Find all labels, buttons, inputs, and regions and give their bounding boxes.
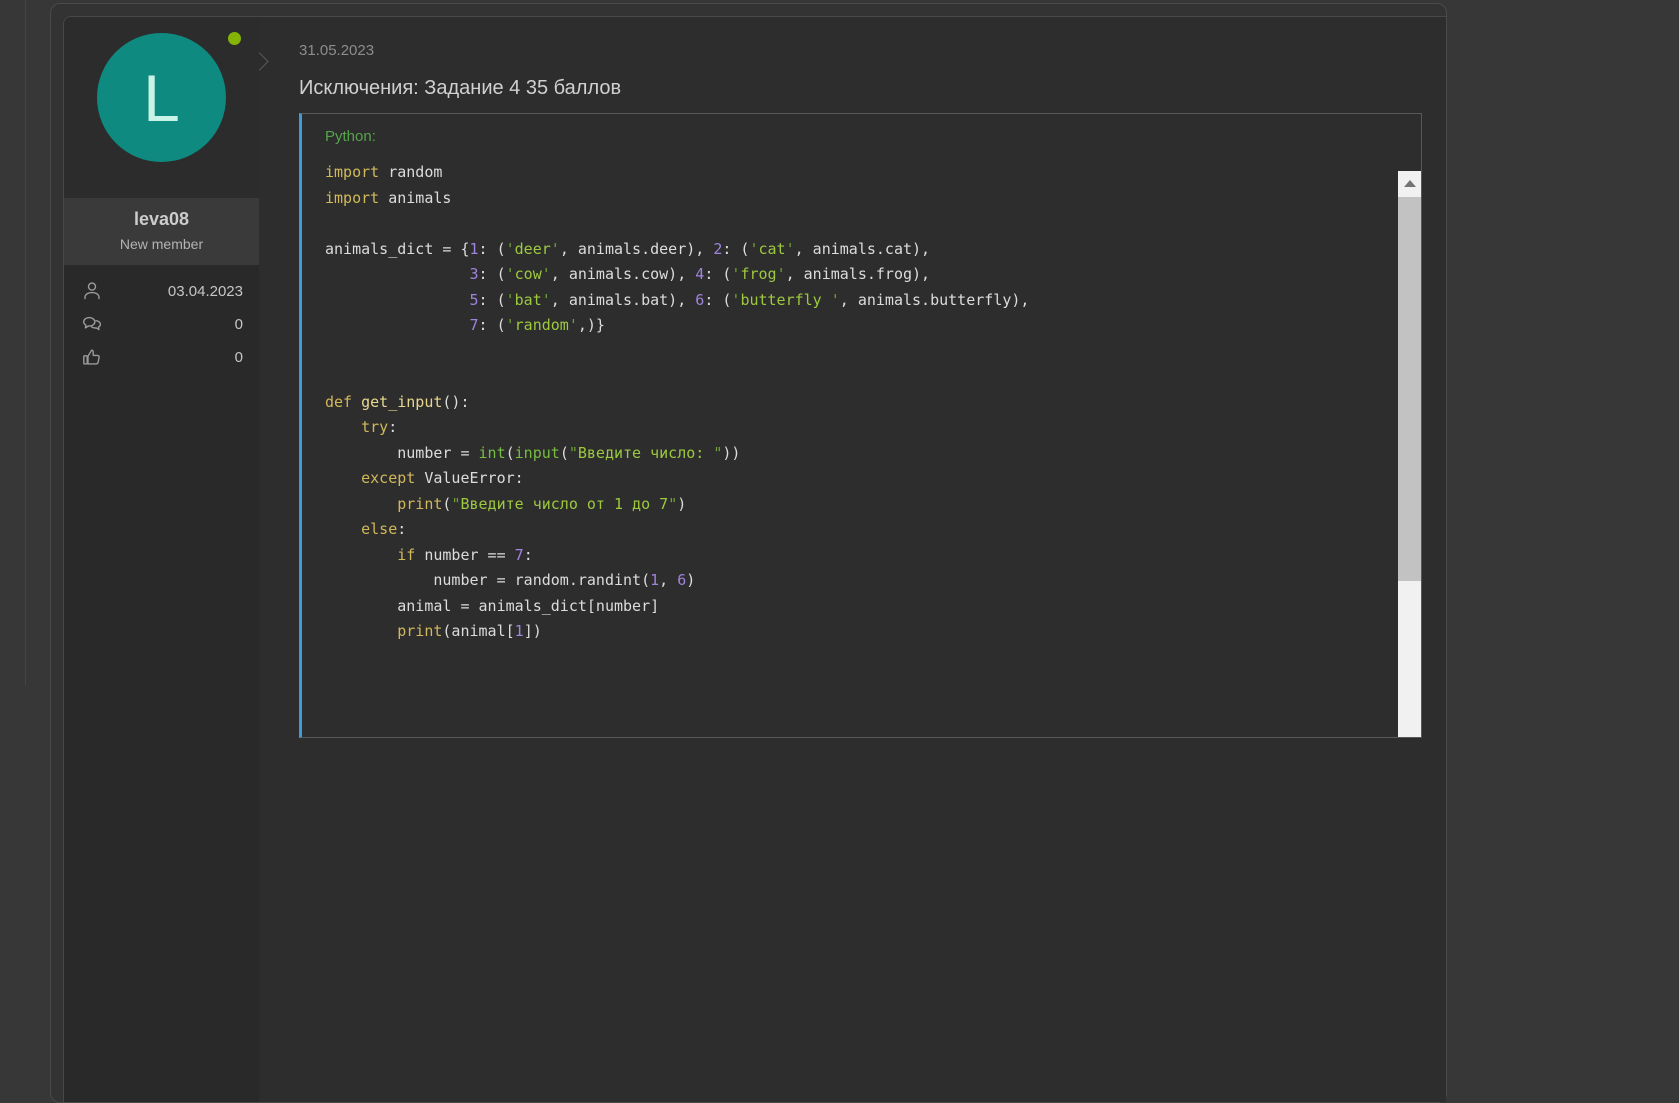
- forum-post: L leva08 New member 03.04.2023: [63, 16, 1446, 1102]
- code-content[interactable]: import randomimport animals animals_dict…: [302, 154, 1421, 720]
- user-role-label: New member: [70, 236, 253, 252]
- messages-icon: [80, 312, 104, 336]
- joined-date: 03.04.2023: [168, 283, 243, 300]
- user-icon: [80, 279, 104, 303]
- code-language-label: Python:: [302, 114, 1421, 154]
- likes-icon: [80, 345, 104, 369]
- avatar-panel: L: [64, 17, 259, 198]
- code-block: Python: import randomimport animals anim…: [299, 113, 1422, 738]
- messages-count: 0: [235, 316, 243, 333]
- thread-container: L leva08 New member 03.04.2023: [50, 3, 1447, 1103]
- user-name-panel: leva08 New member: [64, 198, 259, 265]
- scrollbar-up-button[interactable]: [1398, 171, 1421, 196]
- scrollbar-thumb[interactable]: [1398, 197, 1421, 581]
- online-status-dot: [228, 32, 241, 45]
- stat-row-messages: 0: [80, 312, 243, 336]
- post-content-area: 31.05.2023 Исключения: Задание 4 35 балл…: [259, 17, 1446, 1102]
- forum-page: { "post": { "date": "31.05.2023", "title…: [0, 0, 1679, 685]
- stat-row-likes: 0: [80, 345, 243, 369]
- avatar-letter: L: [143, 65, 180, 131]
- user-stats: 03.04.2023 0 0: [64, 265, 259, 1102]
- scroll-up-icon: [1404, 180, 1416, 187]
- username-link[interactable]: leva08: [70, 209, 253, 230]
- likes-count: 0: [235, 349, 243, 366]
- post-date: 31.05.2023: [299, 42, 1422, 59]
- user-avatar[interactable]: L: [97, 33, 226, 162]
- post-user-sidebar: L leva08 New member 03.04.2023: [64, 17, 259, 1102]
- page-edge-divider: [25, 0, 26, 685]
- stat-row-joined: 03.04.2023: [80, 279, 243, 303]
- code-scrollbar[interactable]: [1398, 171, 1421, 737]
- post-title: Исключения: Задание 4 35 баллов: [299, 77, 1422, 100]
